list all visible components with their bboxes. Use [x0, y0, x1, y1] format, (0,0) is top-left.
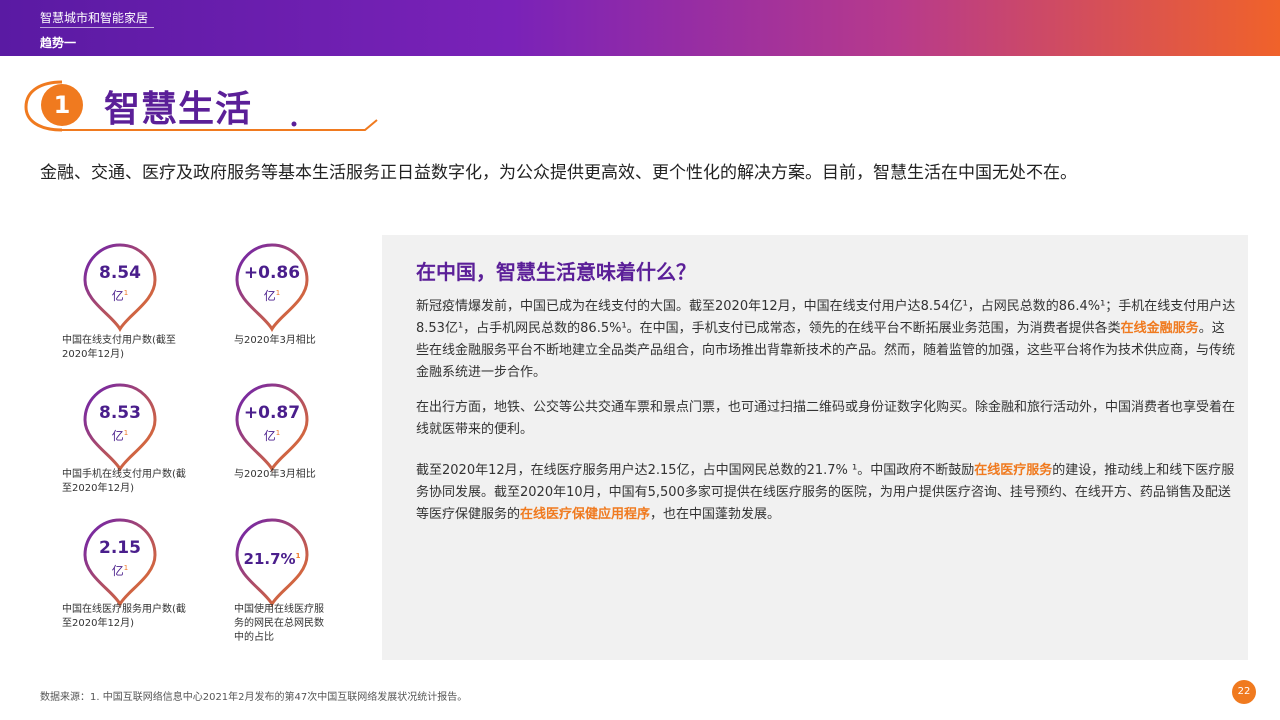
stat-unit: 亿1 [263, 289, 281, 303]
header-bar: 智慧城市和智能家居 趋势一 [0, 0, 1280, 56]
highlight-online-medical: 在线医疗服务 [974, 463, 1053, 478]
stat-unit: 亿1 [111, 564, 129, 578]
stat-label: 与2020年3月相比 [234, 335, 316, 346]
stat-label: 中国手机在线支付用户数(截至2020年12月) [62, 469, 186, 494]
stat-label: 中国在线医疗服务用户数(截至2020年12月) [62, 604, 186, 629]
stat-label: 与2020年3月相比 [234, 469, 316, 480]
stat-label: 中国在线支付用户数(截至2020年12月) [62, 335, 176, 360]
stat-unit: 亿1 [263, 429, 281, 443]
section-number-badge: 1 [53, 91, 71, 119]
stat-label: 中国使用在线医疗服务的网民在总网民数中的占比 [234, 604, 324, 643]
stat-value: 21.7%1 [243, 550, 301, 568]
stat-pin-online-medical-users: 2.15 亿1 [82, 518, 158, 610]
stat-unit: 亿1 [111, 289, 129, 303]
stat-pin-mobile-payment-users: 8.53 亿1 [82, 383, 158, 475]
stat-pin-medical-user-share: 21.7%1 [234, 518, 310, 610]
section-title: 智慧生活 [104, 89, 253, 130]
source-footnote: 数据来源：1. 中国互联网络信息中心2021年2月发布的第47次中国互联网络发展… [40, 692, 468, 703]
stat-pin-online-payment-users: 8.54 亿1 [82, 243, 158, 335]
header-divider [40, 27, 154, 28]
intro-text: 金融、交通、医疗及政府服务等基本生活服务正日益数字化，为公众提供更高效、更个性化… [40, 163, 1077, 183]
header-category: 智慧城市和智能家居 [40, 11, 149, 25]
stat-pin-mobile-payment-growth: +0.87 亿1 [234, 383, 310, 475]
stat-unit: 亿1 [111, 429, 129, 443]
stat-value: 2.15 [99, 538, 141, 558]
paragraph-transport: 在出行方面，地铁、公交等公共交通车票和景点门票，也可通过扫描二维码或身份证数字化… [416, 400, 1236, 437]
paragraph-finance: 新冠疫情爆发前，中国已成为在线支付的大国。截至2020年12月，中国在线支付用户… [416, 299, 1236, 380]
highlight-medical-app: 在线医疗保健应用程序 [520, 507, 651, 522]
page-number: 22 [1232, 680, 1256, 704]
stat-pin-payment-growth: +0.86 亿1 [234, 243, 310, 335]
highlight-online-finance: 在线金融服务 [1120, 321, 1199, 336]
paragraph-medical: 截至2020年12月，在线医疗服务用户达2.15亿，占中国网民总数的21.7% … [416, 463, 1235, 522]
header-trend: 趋势一 [40, 36, 77, 50]
stat-value: 8.53 [99, 403, 141, 423]
panel-heading: 在中国，智慧生活意味着什么？ [416, 260, 696, 284]
stat-value: +0.86 [243, 263, 301, 283]
stat-value: +0.87 [243, 403, 301, 423]
stat-value: 8.54 [99, 263, 141, 283]
